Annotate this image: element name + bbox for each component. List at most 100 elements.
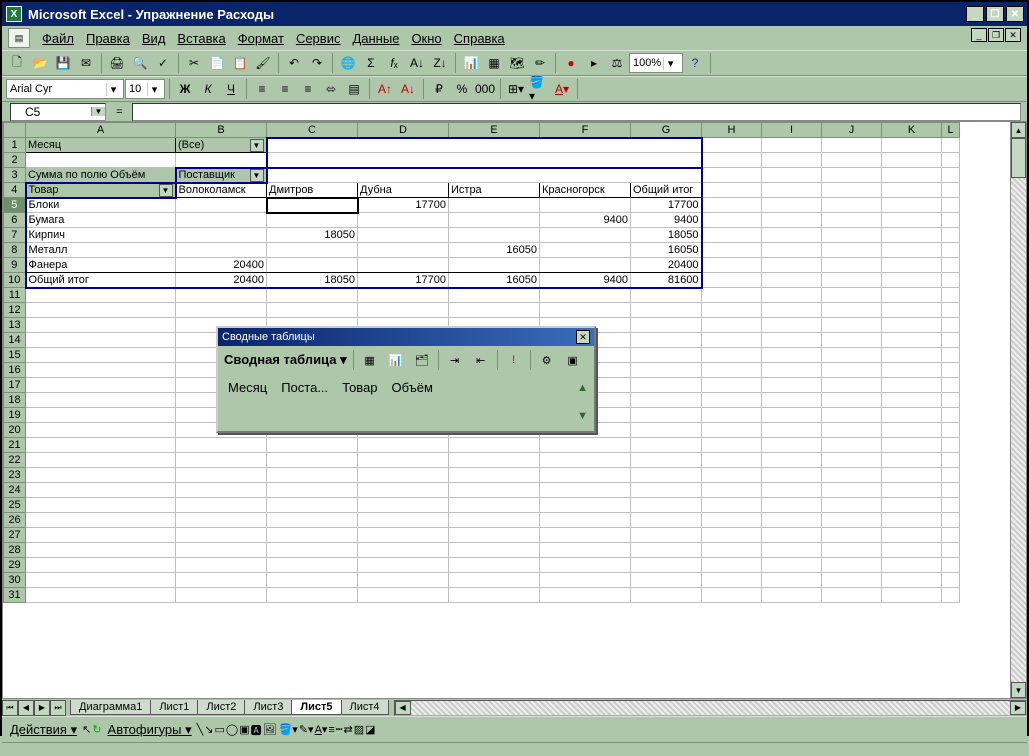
copy-icon[interactable]: 📄 (206, 52, 228, 74)
pivot-cell[interactable]: 16050 (449, 243, 540, 258)
tab-nav-first[interactable]: ⏮ (2, 700, 18, 716)
menu-edit[interactable]: Правка (80, 29, 136, 48)
pivot-toolbar-close[interactable]: ✕ (576, 330, 590, 344)
col-header[interactable]: D (358, 123, 449, 138)
preview-icon[interactable]: 🔍 (129, 52, 151, 74)
pivot-refresh-icon[interactable]: ! (504, 350, 524, 370)
zoom-combo[interactable]: 100% ▾ (629, 53, 683, 73)
sheet-tab[interactable]: Лист3 (244, 700, 292, 715)
pivot-cell[interactable]: 17700 (631, 198, 702, 213)
pivot-grand-total-label[interactable]: Общий итог (26, 273, 176, 288)
pivot-row-label[interactable]: Фанера (26, 258, 176, 273)
pivot-cell[interactable] (267, 243, 358, 258)
menu-format[interactable]: Формат (232, 29, 290, 48)
row-header[interactable]: 1 (4, 138, 26, 153)
row-header[interactable]: 16 (4, 363, 26, 378)
help-icon[interactable]: ? (684, 52, 706, 74)
fill-icon[interactable]: 🪣▾ (279, 723, 298, 736)
pivot-cell[interactable]: 9400 (540, 213, 631, 228)
pivot-group-icon[interactable]: ⇥ (445, 350, 465, 370)
undo-icon[interactable]: ↶ (283, 52, 305, 74)
chevron-icon[interactable]: ▸ (583, 52, 605, 74)
pivot-cell[interactable] (358, 258, 449, 273)
row-header[interactable]: 10 (4, 273, 26, 288)
clipart-icon[interactable]: 🖼 (263, 723, 277, 736)
line-color-icon[interactable]: ✎▾ (299, 723, 314, 736)
pivot-cell[interactable] (176, 198, 267, 213)
pivot-col-header[interactable]: Дубна (358, 183, 449, 198)
pivot-cell[interactable]: 81600 (631, 273, 702, 288)
col-header[interactable]: J (822, 123, 882, 138)
italic-icon[interactable]: К (197, 78, 219, 100)
pivot-cell[interactable] (358, 243, 449, 258)
row-header[interactable]: 19 (4, 408, 26, 423)
pivot-show-icon[interactable]: 🗂 (412, 350, 432, 370)
menu-help[interactable]: Справка (448, 29, 511, 48)
tab-nav-last[interactable]: ⏭ (50, 700, 66, 716)
select-all-corner[interactable] (4, 123, 26, 138)
menu-data[interactable]: Данные (346, 29, 405, 48)
row-header[interactable]: 3 (4, 168, 26, 183)
row-header[interactable]: 21 (4, 438, 26, 453)
bold-icon[interactable]: Ж (174, 78, 196, 100)
pivot-row-label[interactable]: Бумага (26, 213, 176, 228)
scroll-thumb[interactable] (1011, 138, 1026, 178)
row-header[interactable]: 23 (4, 468, 26, 483)
row-header[interactable]: 27 (4, 528, 26, 543)
row-header[interactable]: 2 (4, 153, 26, 168)
pivot-cell[interactable] (267, 258, 358, 273)
row-header[interactable]: 30 (4, 573, 26, 588)
decrease-font-icon[interactable]: A↓ (397, 78, 419, 100)
row-header[interactable]: 11 (4, 288, 26, 303)
pivot-cell[interactable]: 16050 (449, 273, 540, 288)
active-cell[interactable] (267, 198, 358, 213)
menu-insert[interactable]: Вставка (171, 29, 231, 48)
pivot-cell[interactable] (176, 213, 267, 228)
pivot-cell[interactable]: 18050 (267, 228, 358, 243)
autoshapes-menu[interactable]: Автофигуры ▾ (104, 722, 196, 738)
pivot-cell[interactable]: 20400 (176, 258, 267, 273)
row-header[interactable]: 5 (4, 198, 26, 213)
pivot-cell[interactable]: 9400 (540, 273, 631, 288)
rotate-icon[interactable]: ↻ (92, 723, 101, 736)
actions-menu[interactable]: Действия ▾ (6, 722, 81, 738)
save-icon[interactable]: 💾 (52, 52, 74, 74)
row-header[interactable]: 13 (4, 318, 26, 333)
horizontal-scrollbar[interactable]: ◀ ▶ (394, 700, 1027, 716)
sort-desc-icon[interactable]: Z↓ (429, 52, 451, 74)
underline-icon[interactable]: Ч (220, 78, 242, 100)
line-style-icon[interactable]: ≡ (328, 724, 334, 736)
arrow-icon[interactable]: ↘ (204, 723, 213, 736)
3d-icon[interactable]: ◪ (365, 723, 375, 736)
select-arrow-icon[interactable]: ↖ (82, 723, 91, 736)
row-header[interactable]: 25 (4, 498, 26, 513)
menu-window[interactable]: Окно (405, 29, 447, 48)
pivot-cell[interactable]: 17700 (358, 273, 449, 288)
scroll-left-arrow[interactable]: ◀ (395, 701, 411, 715)
pivot-icon[interactable]: ▦ (483, 52, 505, 74)
col-header[interactable]: I (762, 123, 822, 138)
pivot-field-button[interactable]: Товар (338, 378, 381, 397)
align-right-icon[interactable]: ≡ (297, 78, 319, 100)
paste-icon[interactable]: 📋 (229, 52, 251, 74)
col-header[interactable]: G (631, 123, 702, 138)
open-icon[interactable]: 📂 (29, 52, 51, 74)
currency-icon[interactable]: ₽ (428, 78, 450, 100)
pivot-page-drop[interactable] (267, 138, 702, 153)
pivot-field-button[interactable]: Объём (388, 378, 437, 397)
pivot-toolbar[interactable]: Сводные таблицы ✕ Сводная таблица ▾ ▦ 📊 … (216, 326, 596, 433)
pivot-row-label[interactable]: Кирпич (26, 228, 176, 243)
pivot-cell[interactable] (358, 213, 449, 228)
align-center-icon[interactable]: ≡ (274, 78, 296, 100)
chart-icon[interactable]: 📊 (460, 52, 482, 74)
row-header[interactable]: 17 (4, 378, 26, 393)
row-header[interactable]: 31 (4, 588, 26, 603)
pivot-field-button[interactable]: Поста... (277, 378, 332, 397)
menu-file[interactable]: Файл (36, 29, 80, 48)
pivot-cell[interactable] (267, 213, 358, 228)
mdi-restore[interactable]: ❐ (988, 28, 1004, 42)
pivot-cell[interactable]: 16050 (631, 243, 702, 258)
pivot-cell[interactable] (176, 243, 267, 258)
pivot-row-label[interactable]: Блоки (26, 198, 176, 213)
font-color-icon[interactable]: A▾ (551, 78, 573, 100)
